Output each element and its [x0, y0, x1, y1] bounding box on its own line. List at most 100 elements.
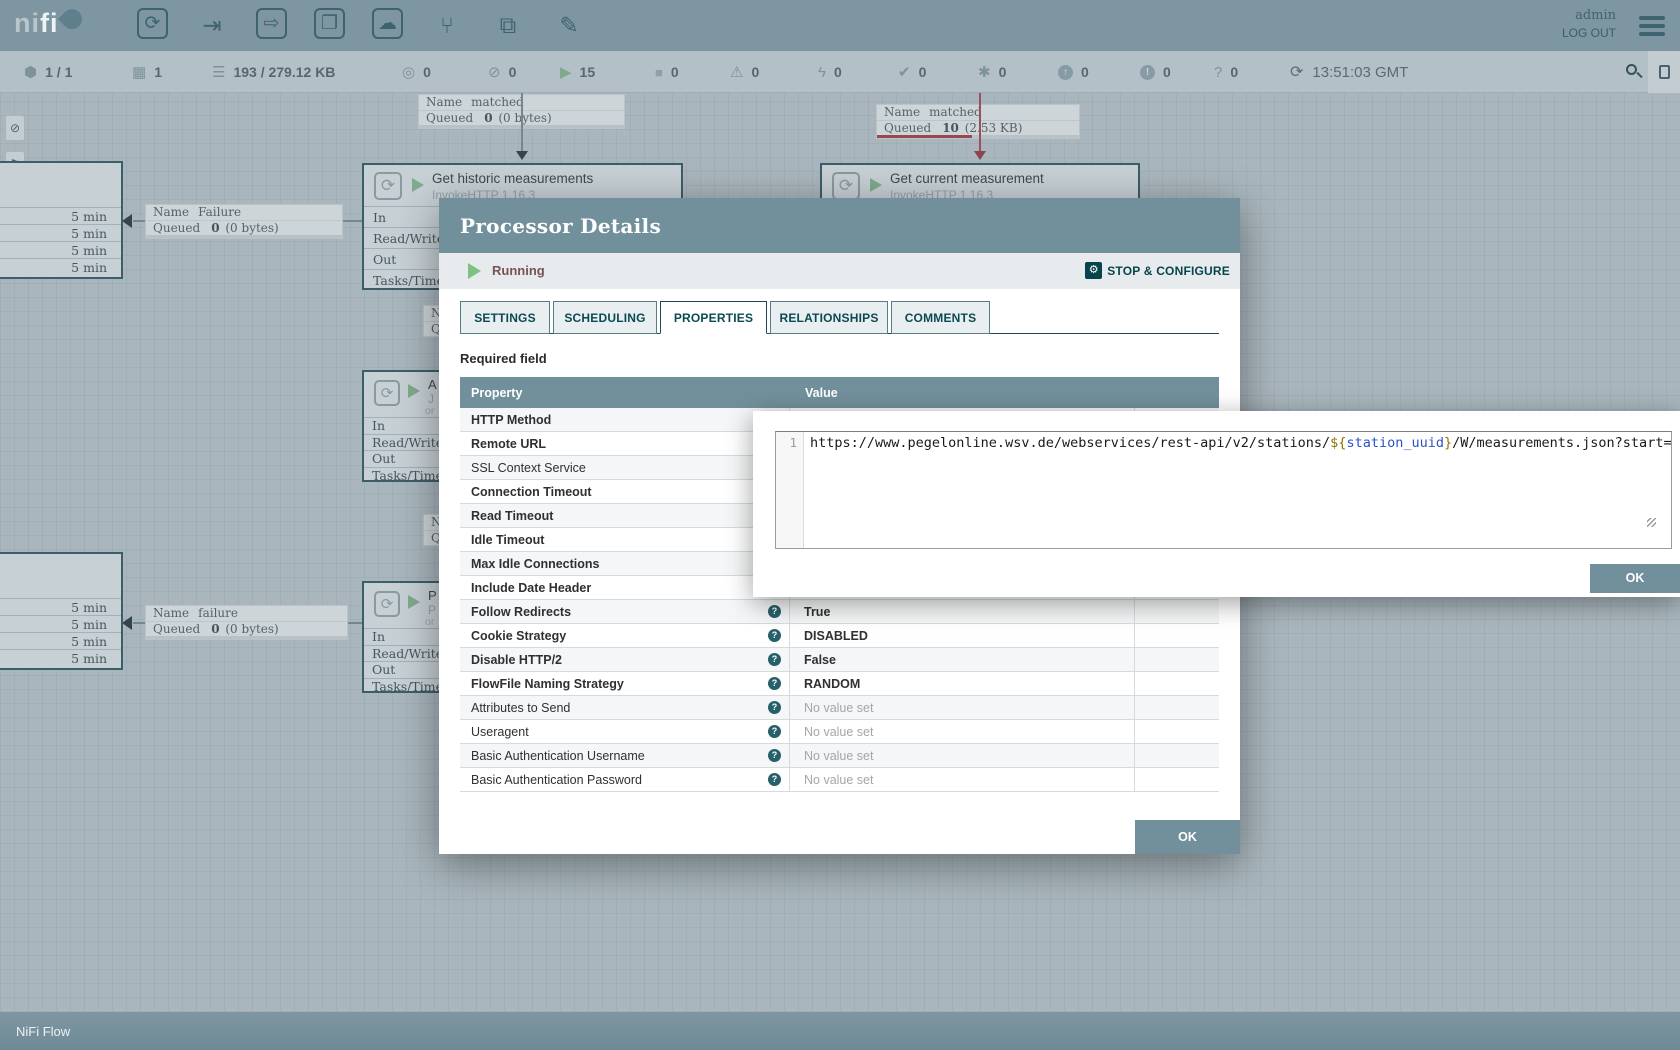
search-icon[interactable]: [1626, 64, 1642, 80]
last-refreshed: ⟳13:51:03 GMT: [1290, 51, 1408, 93]
invalid-status: ⚠0: [730, 51, 759, 93]
connection-label-highlighted: Namematched Queued10 (2.53 KB): [876, 104, 1080, 139]
tab-settings[interactable]: SETTINGS: [460, 301, 550, 334]
property-row-attributes-to-send[interactable]: Attributes to Send?No value set: [460, 696, 1219, 720]
dialog-header: Processor Details: [439, 198, 1240, 253]
locally-modified-stale-icon: !: [1140, 65, 1155, 80]
connection-arrow-icon: [122, 616, 132, 630]
column-property: Property: [460, 386, 791, 400]
invalid-icon: ⚠: [730, 63, 743, 81]
stopped-status: ■0: [655, 51, 679, 93]
app-header: nifi ⟳ ⇥ ⇨ ❐ ☁ ⑂ ⧉ ✎ admin LOG OUT: [0, 0, 1680, 51]
connection-label: Namefailure Queued0 (0 bytes): [145, 605, 348, 640]
disabled-status: ϟ0: [818, 51, 842, 93]
threads-status: ▦1: [132, 51, 162, 93]
processor-offscreen-left: 5 min 5 min 5 min 5 min: [0, 552, 123, 670]
input-port-icon[interactable]: ⇥: [195, 8, 229, 42]
dialog-title: Processor Details: [460, 214, 661, 238]
processor-type-icon: ⟳: [374, 591, 400, 617]
current-user: admin: [1562, 8, 1616, 23]
disabled-icon: ϟ: [818, 64, 826, 81]
stop-configure-gear-icon: ⚙: [1085, 262, 1102, 279]
cluster-status: ⬢1 / 1: [24, 51, 72, 93]
property-row-cookie-strategy[interactable]: Cookie Strategy?DISABLED: [460, 624, 1219, 648]
help-icon[interactable]: ?: [768, 773, 781, 786]
running-icon: [408, 384, 420, 398]
processor-offscreen-left: 5 min 5 min 5 min 5 min: [0, 161, 123, 279]
help-icon[interactable]: ?: [768, 677, 781, 690]
property-row-flowfile-naming-strategy[interactable]: FlowFile Naming Strategy?RANDOM: [460, 672, 1219, 696]
queued-icon: ☰: [212, 63, 225, 81]
column-value: Value: [791, 386, 1219, 400]
help-icon[interactable]: ?: [768, 605, 781, 618]
help-icon[interactable]: ?: [768, 629, 781, 642]
processor-type-icon: ⟳: [832, 172, 860, 200]
connection-arrow-icon: [122, 214, 132, 228]
funnel-icon[interactable]: ⑂: [430, 8, 464, 42]
logout-link[interactable]: LOG OUT: [1562, 26, 1616, 40]
queued-status: ☰193 / 279.12 KB: [212, 51, 335, 93]
running-icon: [870, 178, 882, 192]
stale-icon: ↑: [1058, 65, 1073, 80]
cluster-icon: ⬢: [24, 63, 37, 81]
connection-line: [521, 93, 523, 153]
panel-icon: [1659, 65, 1670, 79]
threads-icon: ▦: [132, 63, 146, 81]
up-to-date-icon: ✔: [898, 63, 911, 81]
help-icon[interactable]: ?: [768, 701, 781, 714]
properties-table-header: Property Value: [460, 377, 1219, 408]
tab-relationships[interactable]: RELATIONSHIPS: [770, 301, 888, 334]
dialog-tabs: SETTINGS SCHEDULING PROPERTIES RELATIONS…: [460, 301, 1219, 334]
transmitting-status: ◎0: [402, 51, 431, 93]
property-row-useragent[interactable]: Useragent?No value set: [460, 720, 1219, 744]
processor-icon[interactable]: ⟳: [137, 8, 168, 39]
remote-process-group-icon[interactable]: ☁: [372, 8, 403, 39]
tab-properties[interactable]: PROPERTIES: [660, 301, 767, 334]
running-icon: [468, 263, 481, 279]
property-row-follow-redirects[interactable]: Follow Redirects?True: [460, 600, 1219, 624]
property-row-basic-auth-username[interactable]: Basic Authentication Username?No value s…: [460, 744, 1219, 768]
connection-label: NameFailure Queued0 (0 bytes): [145, 204, 343, 239]
breadcrumb-root[interactable]: NiFi Flow: [16, 1024, 70, 1039]
help-icon[interactable]: ?: [768, 749, 781, 762]
output-port-icon[interactable]: ⇨: [256, 8, 287, 39]
operate-panel-toggle[interactable]: [1648, 51, 1680, 93]
required-field-note: Required field: [460, 351, 1240, 366]
global-menu-button[interactable]: [1639, 16, 1665, 40]
locally-modified-icon: ✱: [978, 63, 991, 81]
remote-url-value[interactable]: https://www.pegelonline.wsv.de/webservic…: [804, 432, 1671, 548]
template-icon[interactable]: ⧉: [491, 8, 525, 42]
tab-comments[interactable]: COMMENTS: [891, 301, 990, 334]
stopped-icon: ■: [655, 65, 663, 80]
canvas-policy-icon: ⊘: [5, 115, 25, 141]
connection-line-highlighted: [979, 93, 981, 151]
running-icon: ▶: [560, 63, 572, 81]
process-group-icon[interactable]: ❐: [314, 8, 345, 39]
not-transmitting-icon: ⊘: [488, 63, 501, 81]
refresh-icon[interactable]: ⟳: [1290, 62, 1303, 82]
value-editor-popup: 1 https://www.pegelonline.wsv.de/webserv…: [753, 411, 1680, 597]
up-to-date-status: ✔0: [898, 51, 926, 93]
transmitting-icon: ◎: [402, 63, 415, 81]
running-icon: [408, 595, 420, 609]
locally-modified-stale-status: !0: [1140, 51, 1171, 93]
running-status: ▶15: [560, 51, 595, 93]
stop-and-configure-button[interactable]: ⚙ STOP & CONFIGURE: [1085, 262, 1230, 279]
nifi-logo: nifi: [14, 8, 82, 39]
property-row-basic-auth-password[interactable]: Basic Authentication Password?No value s…: [460, 768, 1219, 792]
help-icon[interactable]: ?: [768, 653, 781, 666]
connection-arrow-icon: [516, 151, 528, 160]
run-status-label: Running: [492, 263, 545, 278]
editor-ok-button[interactable]: OK: [1590, 564, 1680, 593]
dialog-ok-button[interactable]: OK: [1135, 820, 1240, 854]
property-row-disable-http2[interactable]: Disable HTTP/2?False: [460, 648, 1219, 672]
value-editor[interactable]: 1 https://www.pegelonline.wsv.de/webserv…: [775, 431, 1672, 549]
resize-handle-icon[interactable]: [1647, 518, 1656, 527]
help-icon[interactable]: ?: [768, 725, 781, 738]
status-bar: ⬢1 / 1 ▦1 ☰193 / 279.12 KB ◎0 ⊘0 ▶15 ■0 …: [0, 51, 1680, 93]
label-icon[interactable]: ✎: [552, 8, 586, 42]
tab-scheduling[interactable]: SCHEDULING: [553, 301, 657, 334]
component-toolbar: ⟳ ⇥ ⇨ ❐ ☁ ⑂ ⧉ ✎: [137, 8, 586, 42]
connection-arrow-icon: [974, 151, 986, 160]
line-number-gutter: 1: [776, 432, 804, 548]
